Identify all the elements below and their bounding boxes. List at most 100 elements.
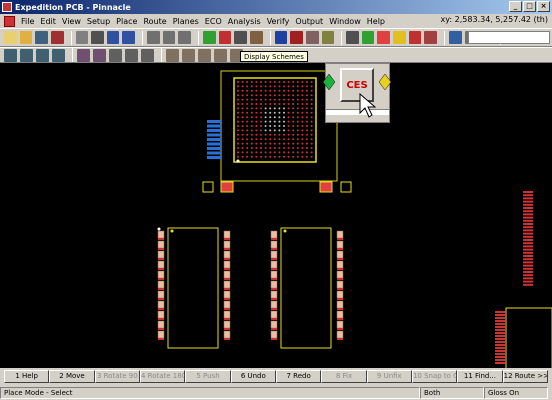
menu-verify[interactable]: Verify xyxy=(264,17,293,26)
green-diamond-icon[interactable] xyxy=(323,74,335,90)
function-key-3[interactable]: 3 Rotate 90 xyxy=(94,370,140,383)
bga-pin xyxy=(264,147,267,149)
ic-pin xyxy=(336,250,344,259)
close-button[interactable]: × xyxy=(537,1,550,12)
bga-pin xyxy=(278,151,281,154)
selected-part[interactable] xyxy=(220,181,234,193)
small-part[interactable] xyxy=(202,181,214,193)
ic-left[interactable] xyxy=(167,227,219,349)
menu-eco[interactable]: ECO xyxy=(202,17,225,26)
swap-icon[interactable] xyxy=(125,48,138,62)
cut-icon[interactable] xyxy=(75,31,89,44)
ic-pin xyxy=(157,310,165,319)
display-schemes-icon[interactable] xyxy=(346,31,359,44)
ic-right[interactable] xyxy=(280,227,332,349)
ic-pin-trace xyxy=(158,328,164,330)
selected-part[interactable] xyxy=(319,181,333,193)
library-icon[interactable] xyxy=(274,31,288,44)
function-key-10[interactable]: 10 Snap to Grid xyxy=(411,370,458,383)
bga-pin xyxy=(260,138,262,141)
small-part[interactable] xyxy=(340,181,352,193)
parts-icon[interactable] xyxy=(321,31,335,44)
save-icon[interactable] xyxy=(35,31,48,44)
find-icon[interactable] xyxy=(91,31,104,44)
bga-pin xyxy=(306,151,308,154)
edge-component[interactable] xyxy=(505,307,552,368)
tooltip: Display Schemes xyxy=(240,51,308,62)
cluster-icon[interactable] xyxy=(141,48,154,62)
menu-planes[interactable]: Planes xyxy=(170,17,202,26)
open-file-icon[interactable] xyxy=(19,31,33,44)
ces-small-icon[interactable] xyxy=(377,31,391,44)
array-icon[interactable] xyxy=(109,48,122,62)
grid-icon[interactable] xyxy=(234,31,247,44)
function-key-6[interactable]: 6 Undo xyxy=(230,370,276,383)
zoom-fit-icon[interactable] xyxy=(178,31,192,44)
window-title: Expedition PCB - Pinnacle xyxy=(15,2,131,12)
group-icon[interactable] xyxy=(93,48,106,62)
display-control-icon[interactable] xyxy=(203,31,216,44)
bga-pin xyxy=(264,89,267,92)
menu-output[interactable]: Output xyxy=(292,17,326,26)
pen-icon[interactable] xyxy=(290,31,303,44)
function-key-8[interactable]: 8 Fix xyxy=(321,370,367,383)
ic-pin xyxy=(336,310,344,319)
diamond-icon[interactable] xyxy=(361,31,375,44)
bga-pin xyxy=(250,155,253,158)
warning-diamond-icon[interactable] xyxy=(379,74,391,90)
new-file-icon[interactable] xyxy=(4,31,17,44)
drc-icon[interactable] xyxy=(408,31,422,44)
copy-icon[interactable] xyxy=(449,31,462,44)
function-key-9[interactable]: 9 Unfix xyxy=(366,370,412,383)
print-icon[interactable] xyxy=(50,31,64,44)
via-icon[interactable] xyxy=(198,48,211,62)
bga-pin xyxy=(255,85,258,88)
redo-icon[interactable] xyxy=(122,31,136,44)
maximize-button[interactable]: □ xyxy=(523,1,536,12)
menu-help[interactable]: Help xyxy=(364,17,388,26)
zoom-in-icon[interactable] xyxy=(147,31,160,44)
align-icon[interactable] xyxy=(77,48,90,62)
undo-icon[interactable] xyxy=(106,31,120,44)
room-icon[interactable] xyxy=(166,48,179,62)
menu-route[interactable]: Route xyxy=(140,17,169,26)
fanout-icon[interactable] xyxy=(182,48,195,62)
function-key-2[interactable]: 2 Move xyxy=(49,370,95,383)
function-key-11[interactable]: 11 Find... xyxy=(457,370,503,383)
menu-window[interactable]: Window xyxy=(326,17,364,26)
plane-icon[interactable] xyxy=(214,48,227,62)
pcb-canvas[interactable] xyxy=(0,63,552,368)
menu-file[interactable]: File xyxy=(18,17,37,26)
flip-icon[interactable] xyxy=(52,48,65,62)
edge-pin xyxy=(523,274,533,277)
heart-icon[interactable] xyxy=(424,31,438,44)
ic-pin xyxy=(336,290,344,299)
warning-icon[interactable] xyxy=(393,31,406,44)
bga-pin xyxy=(306,98,308,101)
edge-pin xyxy=(495,344,505,346)
function-key-12[interactable]: 12 Route >> xyxy=(502,370,548,383)
function-key-5[interactable]: 5 Push xyxy=(185,370,231,383)
zoom-out-icon[interactable] xyxy=(162,31,176,44)
bus-icon[interactable] xyxy=(305,31,319,44)
minimize-button[interactable]: _ xyxy=(509,1,522,12)
edge-pin xyxy=(523,242,533,245)
move-icon[interactable] xyxy=(20,48,33,62)
menu-view[interactable]: View xyxy=(59,17,84,26)
function-key-1[interactable]: 1 Help xyxy=(4,370,50,383)
menu-analysis[interactable]: Analysis xyxy=(225,17,264,26)
bga-pin xyxy=(250,98,253,101)
function-key-7[interactable]: 7 Redo xyxy=(275,370,322,383)
netlist-icon[interactable] xyxy=(218,31,232,44)
pin1-marker xyxy=(170,229,174,233)
rotate-icon[interactable] xyxy=(36,48,49,62)
menu-setup[interactable]: Setup xyxy=(84,17,113,26)
menu-edit[interactable]: Edit xyxy=(37,17,59,26)
layer-icon[interactable] xyxy=(249,31,263,44)
toolbar-input[interactable] xyxy=(468,31,550,44)
menu-place[interactable]: Place xyxy=(113,17,140,26)
bga-pin xyxy=(287,120,290,123)
system-menu-icon[interactable] xyxy=(4,15,15,27)
place-part-icon[interactable] xyxy=(4,48,17,62)
function-key-4[interactable]: 4 Rotate 180 xyxy=(139,370,186,383)
